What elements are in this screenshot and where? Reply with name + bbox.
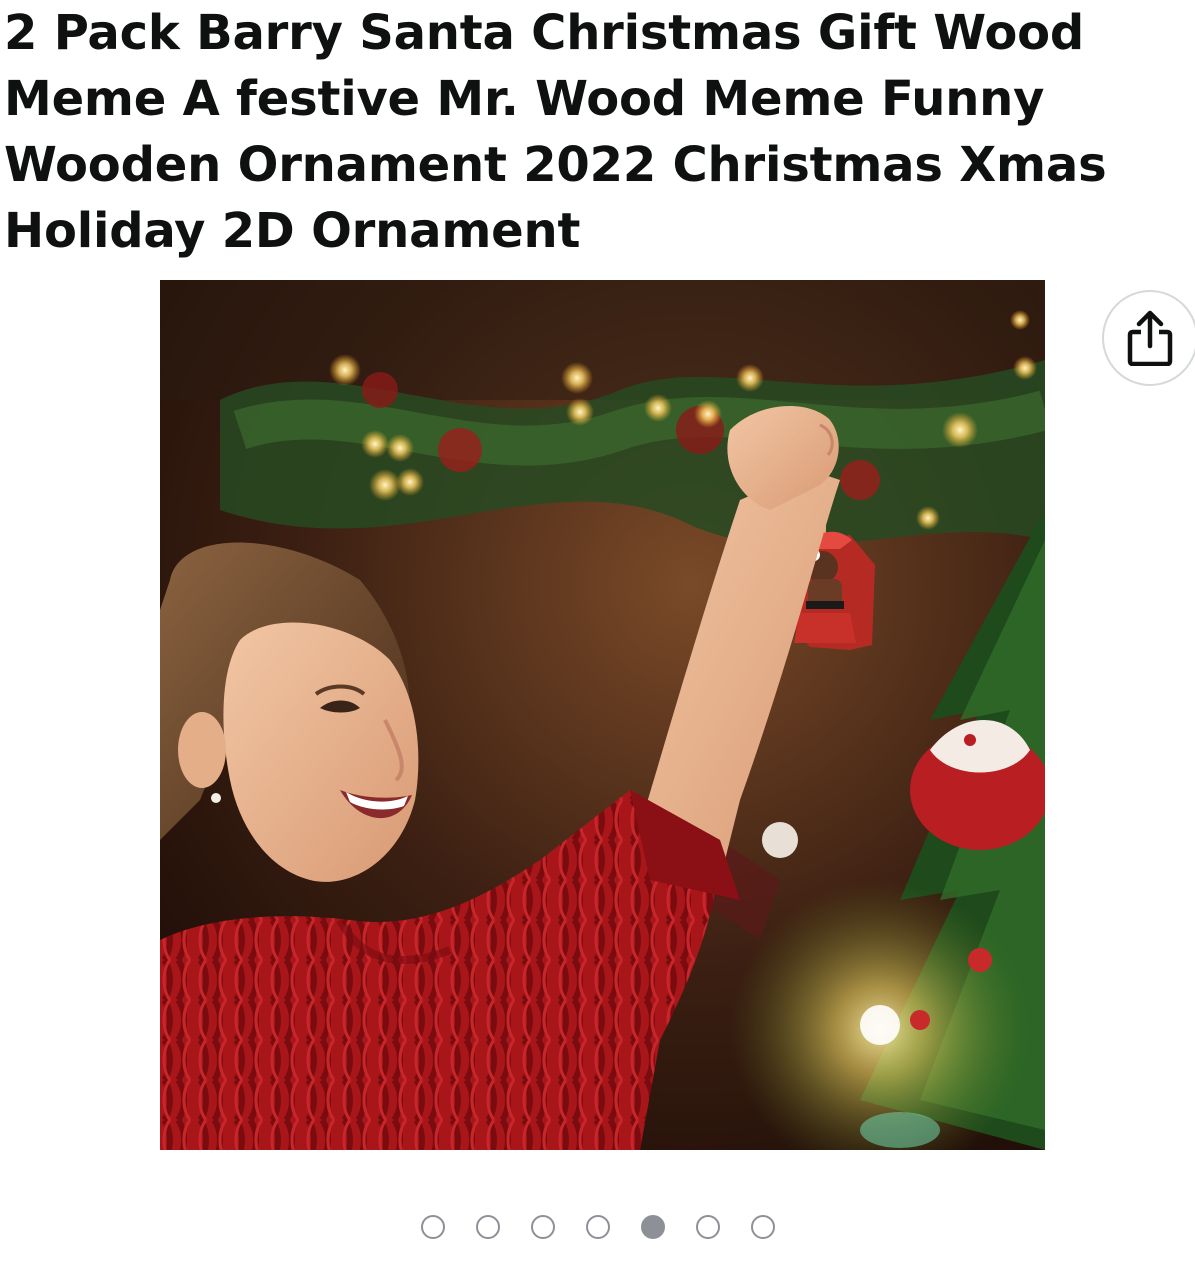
- carousel-dot[interactable]: [585, 1215, 610, 1239]
- share-button[interactable]: [1102, 290, 1195, 386]
- carousel-dot[interactable]: [530, 1215, 555, 1239]
- image-gallery: [0, 280, 1195, 1150]
- share-icon: [1127, 310, 1173, 366]
- product-title: 2 Pack Barry Santa Christmas Gift Wood M…: [4, 5, 1107, 259]
- carousel-dots: [0, 1212, 1195, 1242]
- carousel-dot[interactable]: [695, 1215, 720, 1239]
- carousel-dot[interactable]: [750, 1215, 775, 1239]
- product-image[interactable]: [160, 280, 1045, 1150]
- carousel-dot[interactable]: [420, 1215, 445, 1239]
- carousel-dot-active[interactable]: [640, 1215, 665, 1239]
- carousel-dot[interactable]: [475, 1215, 500, 1239]
